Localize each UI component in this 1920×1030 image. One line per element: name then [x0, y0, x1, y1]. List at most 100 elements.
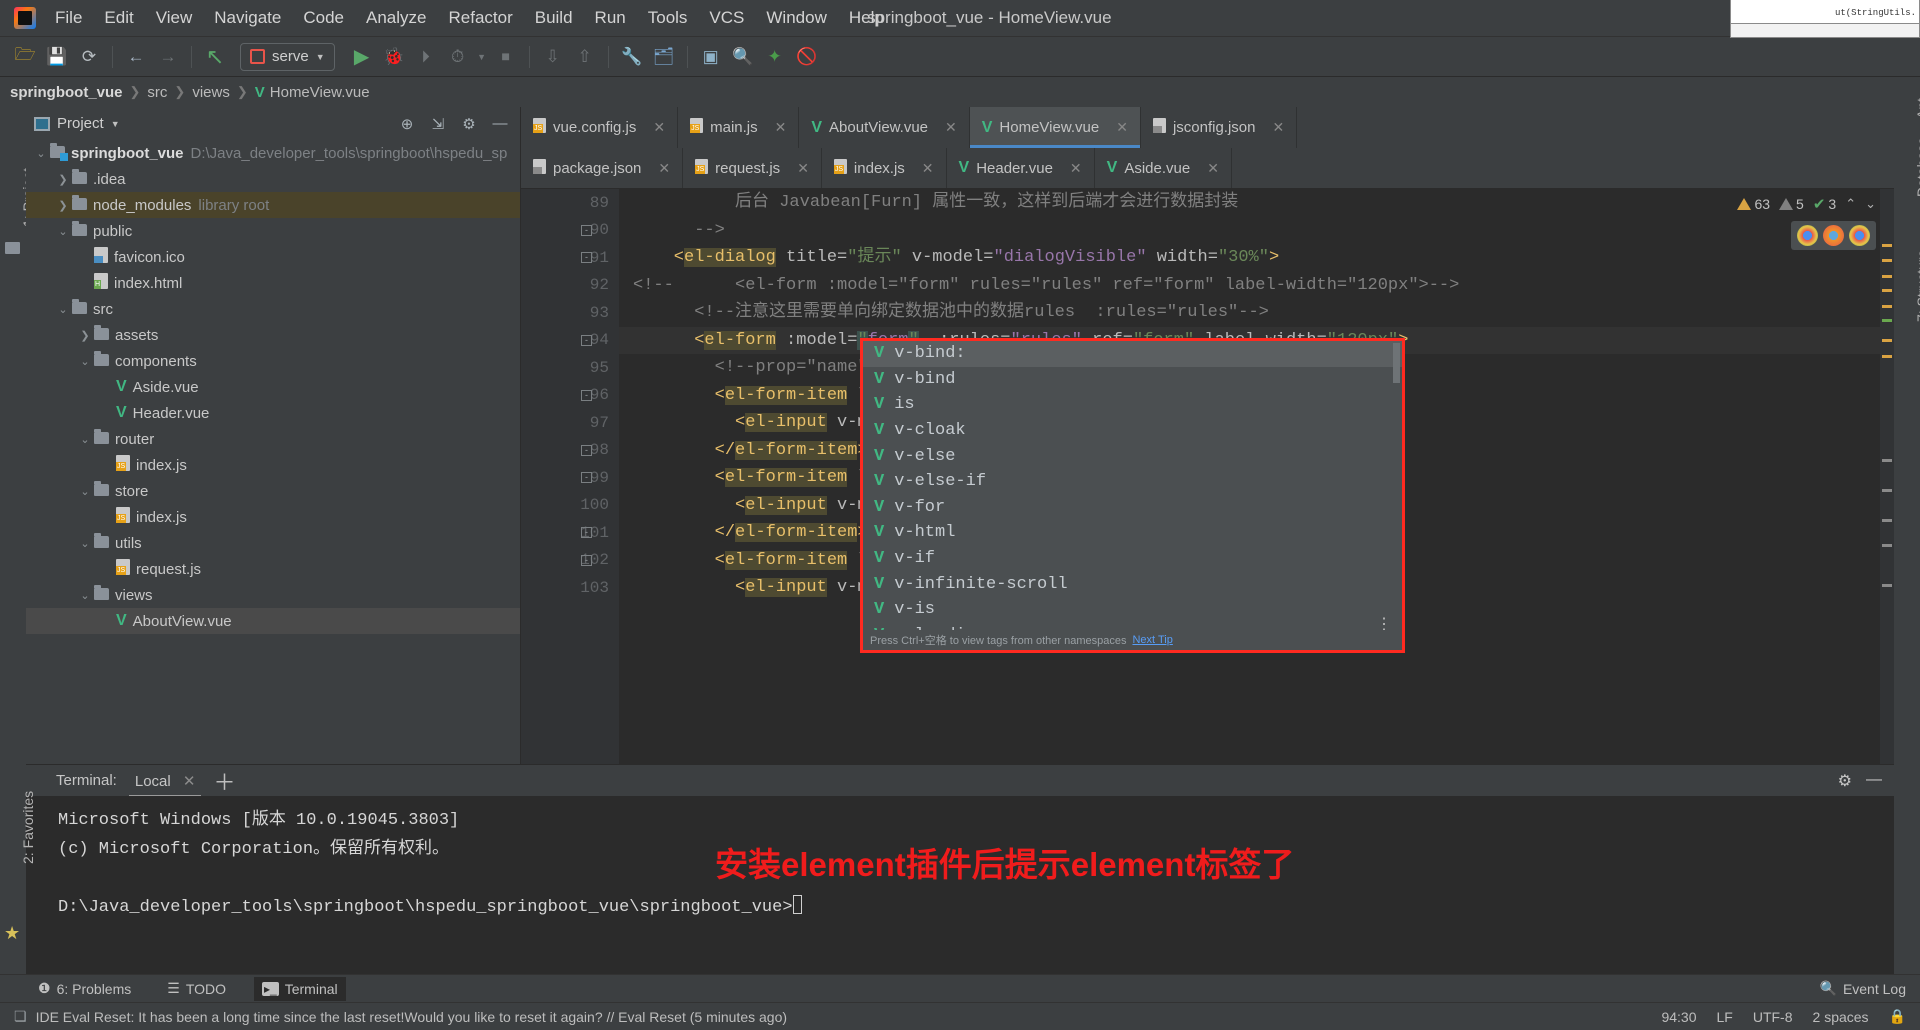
gutter-line-number[interactable]: 94: [521, 327, 619, 355]
fold-end-icon[interactable]: -: [581, 527, 592, 538]
menu-analyze[interactable]: Analyze: [355, 5, 437, 31]
close-icon[interactable]: ✕: [1070, 160, 1082, 177]
tree-node-favicon-ico[interactable]: favicon.ico: [26, 244, 520, 270]
menu-code[interactable]: Code: [292, 5, 355, 31]
gutter-line-number[interactable]: 92: [521, 272, 619, 300]
breadcrumb-file[interactable]: HomeView.vue: [270, 84, 370, 101]
completion-item-v-bind[interactable]: Vv-bind: [863, 367, 1402, 393]
menu-view[interactable]: View: [145, 5, 204, 31]
menu-run[interactable]: Run: [584, 5, 637, 31]
chevron-down-icon[interactable]: ⌄: [54, 225, 72, 238]
code-line[interactable]: <el-dialog title="提示" v-model="dialogVis…: [619, 244, 1880, 272]
tree-node-router[interactable]: ⌄ router: [26, 426, 520, 452]
tool-button-problems[interactable]: ❶ 6: Problems: [30, 976, 139, 1001]
tree-node-src[interactable]: ⌄ src: [26, 296, 520, 322]
close-icon[interactable]: ✕: [775, 119, 787, 136]
gutter-line-number[interactable]: 99: [521, 464, 619, 492]
editor-tab-package-json[interactable]: package.json ✕: [521, 148, 684, 188]
editor-tab-aside-vue[interactable]: V Aside.vue ✕: [1094, 148, 1232, 188]
gutter-line-number[interactable]: 90: [521, 217, 619, 245]
code-completion-popup[interactable]: Vv-bind: Vv-bind Vis Vv-cloak Vv-else Vv-else…: [860, 338, 1405, 653]
fold-end-icon[interactable]: -: [581, 444, 592, 456]
prev-highlight-icon[interactable]: ⌃: [1845, 196, 1856, 212]
gutter-line-number[interactable]: 98: [521, 437, 619, 465]
firefox-icon[interactable]: [1823, 225, 1844, 246]
locate-file-icon[interactable]: ⊕: [395, 115, 419, 133]
chevron-right-icon[interactable]: ❯: [54, 199, 72, 212]
chevron-down-icon[interactable]: ⌄: [76, 537, 94, 550]
chevron-right-icon[interactable]: ❯: [76, 329, 94, 342]
weak-warning-count[interactable]: 5: [1779, 196, 1804, 212]
plugin-green-icon[interactable]: ✦: [760, 42, 790, 72]
close-icon[interactable]: ✕: [653, 119, 665, 136]
gutter-line-number[interactable]: 96: [521, 382, 619, 410]
update-project-icon[interactable]: ⇩: [538, 42, 568, 72]
completion-item-v-is[interactable]: Vv-is: [863, 597, 1402, 623]
menu-vcs[interactable]: VCS: [698, 5, 755, 31]
profile-icon[interactable]: ⏱: [443, 42, 473, 72]
editor-tab-row-1[interactable]: JS vue.config.js ✕ JS main.js ✕ V AboutView.vue…: [521, 107, 1894, 148]
fold-end-icon[interactable]: -: [581, 224, 592, 236]
revert-icon[interactable]: ↖: [200, 42, 230, 72]
fold-start-icon[interactable]: -: [581, 334, 592, 346]
fold-start-icon[interactable]: -: [581, 252, 592, 263]
tree-node-aside-vue[interactable]: V Aside.vue: [26, 374, 520, 400]
chevron-down-icon[interactable]: ▼: [111, 119, 120, 129]
checks-count[interactable]: ✔ 3: [1813, 195, 1836, 213]
close-icon[interactable]: ✕: [1272, 119, 1284, 136]
tree-node-request-js[interactable]: JS request.js: [26, 556, 520, 582]
breadcrumb-root[interactable]: springboot_vue: [10, 84, 123, 101]
gutter-line-number[interactable]: 102: [521, 547, 619, 575]
menu-build[interactable]: Build: [524, 5, 584, 31]
tree-node-index-js[interactable]: JS index.js: [26, 504, 520, 530]
gutter-line-number[interactable]: 95: [521, 354, 619, 382]
terminal-icon[interactable]: ▣: [696, 42, 726, 72]
hide-icon[interactable]: —: [1866, 771, 1882, 791]
tree-node-header-vue[interactable]: V Header.vue: [26, 400, 520, 426]
completion-item-v-bind-[interactable]: Vv-bind:: [863, 341, 1402, 367]
menu-tools[interactable]: Tools: [637, 5, 699, 31]
wrench-icon[interactable]: 🔧: [617, 42, 647, 72]
fold-start-icon[interactable]: -: [581, 554, 592, 566]
search-everywhere-icon[interactable]: 🔍: [728, 42, 758, 72]
chrome-canary-icon[interactable]: [1849, 225, 1870, 246]
tool-button-event-log[interactable]: 🔍 Event Log: [1820, 980, 1920, 997]
gear-icon[interactable]: ⚙: [1838, 771, 1852, 791]
close-icon[interactable]: ✕: [945, 119, 957, 136]
rail-favorites-button[interactable]: 2: Favorites: [20, 791, 36, 864]
close-icon[interactable]: ✕: [922, 160, 934, 177]
editor-tab-aboutview-vue[interactable]: V AboutView.vue ✕: [799, 107, 970, 148]
open-folder-icon[interactable]: 🗁: [10, 42, 40, 72]
tree-node-components[interactable]: ⌄ components: [26, 348, 520, 374]
rail-database-button[interactable]: Database: [1914, 137, 1920, 197]
chrome-icon[interactable]: [1797, 225, 1818, 246]
gutter-line-number[interactable]: 91: [521, 244, 619, 272]
menu-edit[interactable]: Edit: [93, 5, 144, 31]
gutter-line-number[interactable]: 103: [521, 574, 619, 602]
warning-count[interactable]: 63: [1737, 196, 1770, 212]
editor-tab-header-vue[interactable]: V Header.vue ✕: [946, 148, 1095, 188]
menu-window[interactable]: Window: [755, 5, 837, 31]
commit-icon[interactable]: ⇧: [570, 42, 600, 72]
editor-tab-row-2[interactable]: package.json ✕ JS request.js ✕ JS index.js ✕ V He…: [521, 148, 1894, 189]
chevron-right-icon[interactable]: ❯: [54, 173, 72, 186]
menu-refactor[interactable]: Refactor: [437, 5, 523, 31]
tree-node-public[interactable]: ⌄ public: [26, 218, 520, 244]
back-arrow-icon[interactable]: ←: [121, 42, 151, 72]
inspection-widget[interactable]: 63 5 ✔ 3 ⌃ ⌄: [1737, 195, 1876, 213]
editor-tab-jsconfig-json[interactable]: jsconfig.json ✕: [1140, 107, 1298, 148]
next-highlight-icon[interactable]: ⌄: [1865, 196, 1876, 212]
favorites-star-icon[interactable]: ★: [4, 923, 20, 944]
gutter-line-number[interactable]: 101: [521, 519, 619, 547]
browser-preview-bar[interactable]: [1791, 221, 1876, 250]
line-separator[interactable]: LF: [1717, 1009, 1733, 1025]
notification-icon[interactable]: ❏: [14, 1008, 27, 1025]
next-tip-link[interactable]: Next Tip: [1132, 634, 1172, 646]
indent-setting[interactable]: 2 spaces: [1813, 1009, 1869, 1025]
rail-structure-button[interactable]: 7: Structure: [1914, 250, 1920, 322]
gear-icon[interactable]: ⚙: [457, 115, 481, 133]
no-entry-icon[interactable]: 🚫: [792, 42, 822, 72]
hide-icon[interactable]: —: [488, 115, 512, 132]
breadcrumb-item-src[interactable]: src: [147, 84, 167, 101]
tool-button-todo[interactable]: ☰ TODO: [159, 976, 234, 1001]
